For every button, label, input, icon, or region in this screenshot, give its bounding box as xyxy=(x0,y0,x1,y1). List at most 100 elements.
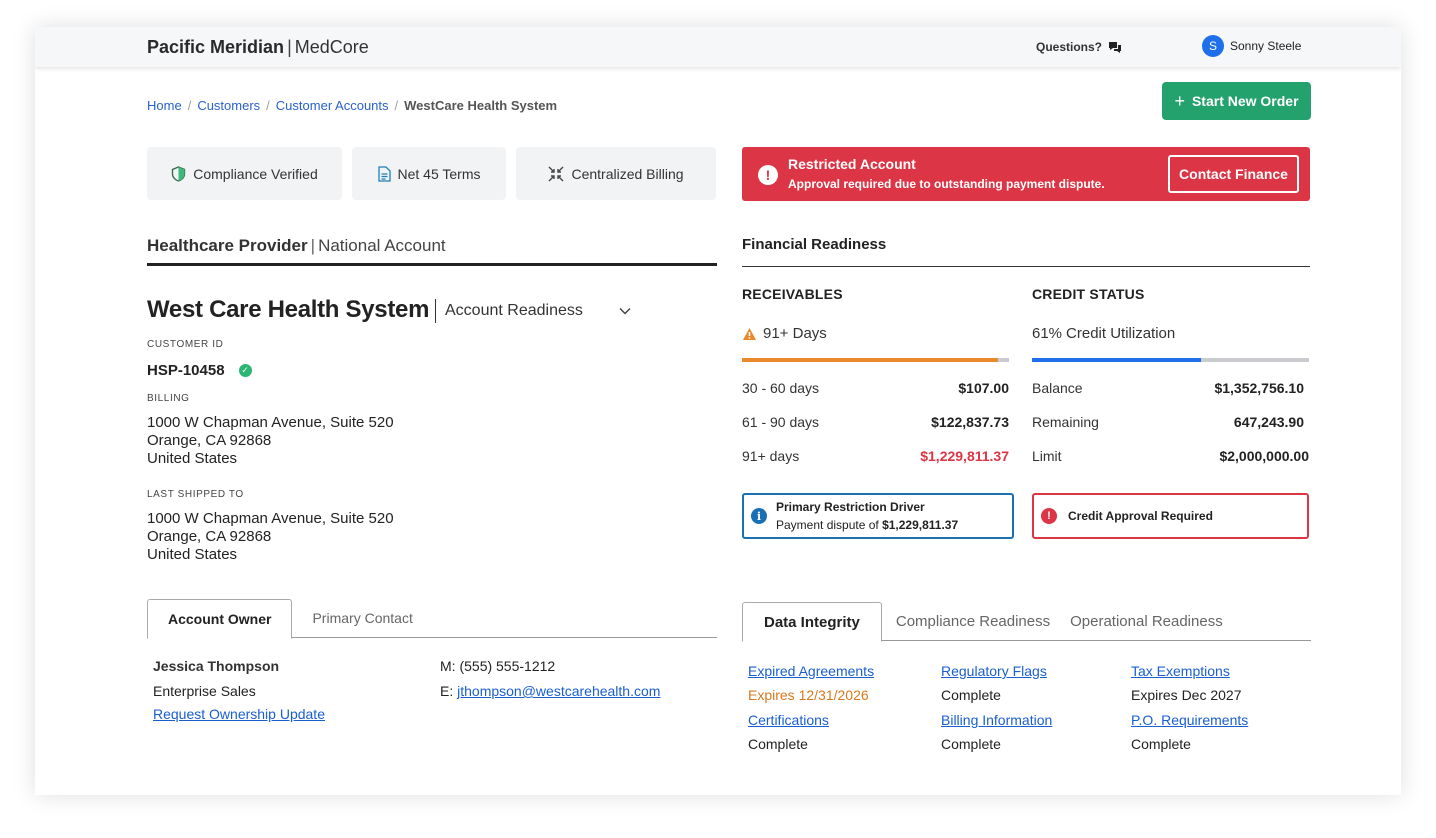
product-name: MedCore xyxy=(294,37,369,57)
certifications-link[interactable]: Certifications xyxy=(748,712,829,728)
pill-centralized-billing: Centralized Billing xyxy=(516,147,716,200)
phone-label: M: xyxy=(440,658,456,674)
shield-icon xyxy=(172,165,186,182)
credit-row-label: Balance xyxy=(1032,380,1083,396)
regulatory-flags-status: Complete xyxy=(941,687,1001,703)
warning-triangle-icon xyxy=(743,327,756,340)
user-menu[interactable]: S Sonny Steele xyxy=(1202,35,1301,57)
billing-address: 1000 W Chapman Avenue, Suite 520 Orange,… xyxy=(147,414,394,468)
request-ownership-update-link[interactable]: Request Ownership Update xyxy=(153,706,325,722)
tax-exemptions-link[interactable]: Tax Exemptions xyxy=(1131,663,1230,679)
chevron-down-icon[interactable] xyxy=(618,304,632,318)
address-line: Orange, CA 92868 xyxy=(147,432,272,449)
questions-link[interactable]: Questions? xyxy=(1036,40,1122,54)
start-new-order-button[interactable]: + Start New Order xyxy=(1162,82,1311,120)
owner-title: Enterprise Sales xyxy=(153,683,256,699)
tab-account-owner[interactable]: Account Owner xyxy=(147,599,293,639)
billing-information-status: Complete xyxy=(941,736,1001,752)
owner-phone: M: (555) 555-1212 xyxy=(440,658,555,674)
last-shipped-label: LAST SHIPPED TO xyxy=(147,489,244,500)
user-name: Sonny Steele xyxy=(1230,39,1302,53)
pill-compliance-verified: Compliance Verified xyxy=(147,147,342,200)
credit-status-title: CREDIT STATUS xyxy=(1032,286,1145,302)
breadcrumb-separator: / xyxy=(394,98,399,113)
pill-label: Compliance Verified xyxy=(193,165,318,182)
owner-tabs: Account Owner Primary Contact xyxy=(147,598,433,639)
credit-row-value: $1,352,756.10 xyxy=(1214,380,1304,396)
receivables-row-value: $122,837.73 xyxy=(931,414,1009,430)
brand-separator: | xyxy=(287,37,292,57)
expired-agreements-link[interactable]: Expired Agreements xyxy=(748,663,874,679)
breadcrumb-customer-accounts[interactable]: Customer Accounts xyxy=(276,98,389,113)
integrity-tabs: Data Integrity Compliance Readiness Oper… xyxy=(742,601,1233,642)
arrows-converge-icon xyxy=(548,166,564,181)
account-readiness-dropdown[interactable]: Account Readiness xyxy=(435,299,583,323)
brand[interactable]: Pacific Meridian | MedCore xyxy=(147,37,369,58)
email-link[interactable]: jthompson@westcarehealth.com xyxy=(457,683,660,699)
breadcrumb-customers[interactable]: Customers xyxy=(197,98,260,113)
top-bar: Pacific Meridian | MedCore Questions? S So… xyxy=(35,27,1401,67)
email-label: E: xyxy=(440,683,454,699)
contact-finance-button[interactable]: Contact Finance xyxy=(1168,155,1299,193)
credit-progress-bar xyxy=(1032,358,1309,362)
address-line: 1000 W Chapman Avenue, Suite 520 xyxy=(147,414,394,431)
restriction-driver-title: Primary Restriction Driver xyxy=(776,500,925,514)
section-title: Healthcare Provider xyxy=(147,236,308,255)
address-line: Orange, CA 92868 xyxy=(147,528,272,545)
tab-operational-readiness[interactable]: Operational Readiness xyxy=(1060,601,1233,641)
pill-label: Net 45 Terms xyxy=(397,165,481,182)
breadcrumb-separator: / xyxy=(187,98,192,113)
receivables-row-value: $107.00 xyxy=(958,380,1009,396)
pill-label: Centralized Billing xyxy=(571,165,684,182)
receivables-progress-bar xyxy=(742,358,1009,362)
customer-id-label: CUSTOMER ID xyxy=(147,339,224,350)
section-header: Healthcare Provider | National Account xyxy=(147,236,717,266)
expired-agreements-status: Expires 12/31/2026 xyxy=(748,687,869,703)
credit-utilization-label: Credit Utilization xyxy=(1066,325,1176,342)
alert-icon: ! xyxy=(1041,508,1057,524)
restriction-driver-prefix: Payment dispute of xyxy=(776,518,879,532)
receivables-row-label: 30 - 60 days xyxy=(742,380,820,396)
credit-approval-label: Credit Approval Required xyxy=(1068,509,1213,523)
tab-primary-contact[interactable]: Primary Contact xyxy=(292,598,432,638)
certifications-status: Complete xyxy=(748,736,808,752)
credit-row-label: Remaining xyxy=(1032,414,1099,430)
restricted-account-alert: ! Restricted Account Approval required d… xyxy=(742,147,1310,201)
credit-utilization-pct: 61% xyxy=(1032,325,1063,342)
address-line: United States xyxy=(147,546,238,563)
billing-label: BILLING xyxy=(147,393,190,404)
receivables-title: RECEIVABLES xyxy=(742,286,843,302)
credit-row-value: $2,000,000.00 xyxy=(1219,448,1309,464)
financial-readiness-title: Financial Readiness xyxy=(742,236,1310,267)
address-line: United States xyxy=(147,450,238,467)
account-name: West Care Health System xyxy=(147,296,430,323)
tab-compliance-readiness[interactable]: Compliance Readiness xyxy=(882,601,1060,641)
document-icon xyxy=(377,165,391,182)
billing-information-link[interactable]: Billing Information xyxy=(941,712,1052,728)
receivables-row-label: 91+ days xyxy=(742,448,800,464)
address-line: 1000 W Chapman Avenue, Suite 520 xyxy=(147,510,394,527)
info-icon: i xyxy=(751,508,767,524)
customer-id: HSP-10458 ✓ xyxy=(147,362,252,379)
breadcrumb-home[interactable]: Home xyxy=(147,98,182,113)
receivables-progress-fill xyxy=(742,358,999,362)
alert-title: Restricted Account xyxy=(788,156,916,172)
questions-label: Questions? xyxy=(1036,40,1103,54)
verified-check-icon: ✓ xyxy=(238,364,252,377)
alert-icon: ! xyxy=(758,165,778,185)
restriction-driver-amount: $1,229,811.37 xyxy=(882,518,959,532)
brand-name: Pacific Meridian xyxy=(147,37,285,57)
start-new-order-label: Start New Order xyxy=(1191,93,1299,109)
credit-row-value: 647,243.90 xyxy=(1233,414,1304,430)
po-requirements-link[interactable]: P.O. Requirements xyxy=(1131,712,1248,728)
section-separator: | xyxy=(310,236,316,255)
regulatory-flags-link[interactable]: Regulatory Flags xyxy=(941,663,1047,679)
receivables-row-label: 61 - 90 days xyxy=(742,414,820,430)
app-window: Pacific Meridian | MedCore Questions? S So… xyxy=(35,27,1401,795)
tax-exemptions-status: Expires Dec 2027 xyxy=(1131,687,1242,703)
credit-progress-fill xyxy=(1032,358,1201,362)
alert-message: Approval required due to outstanding pay… xyxy=(788,177,1105,191)
breadcrumb-separator: / xyxy=(266,98,270,113)
phone-value: (555) 555-1212 xyxy=(459,658,556,674)
tab-data-integrity[interactable]: Data Integrity xyxy=(742,602,882,642)
